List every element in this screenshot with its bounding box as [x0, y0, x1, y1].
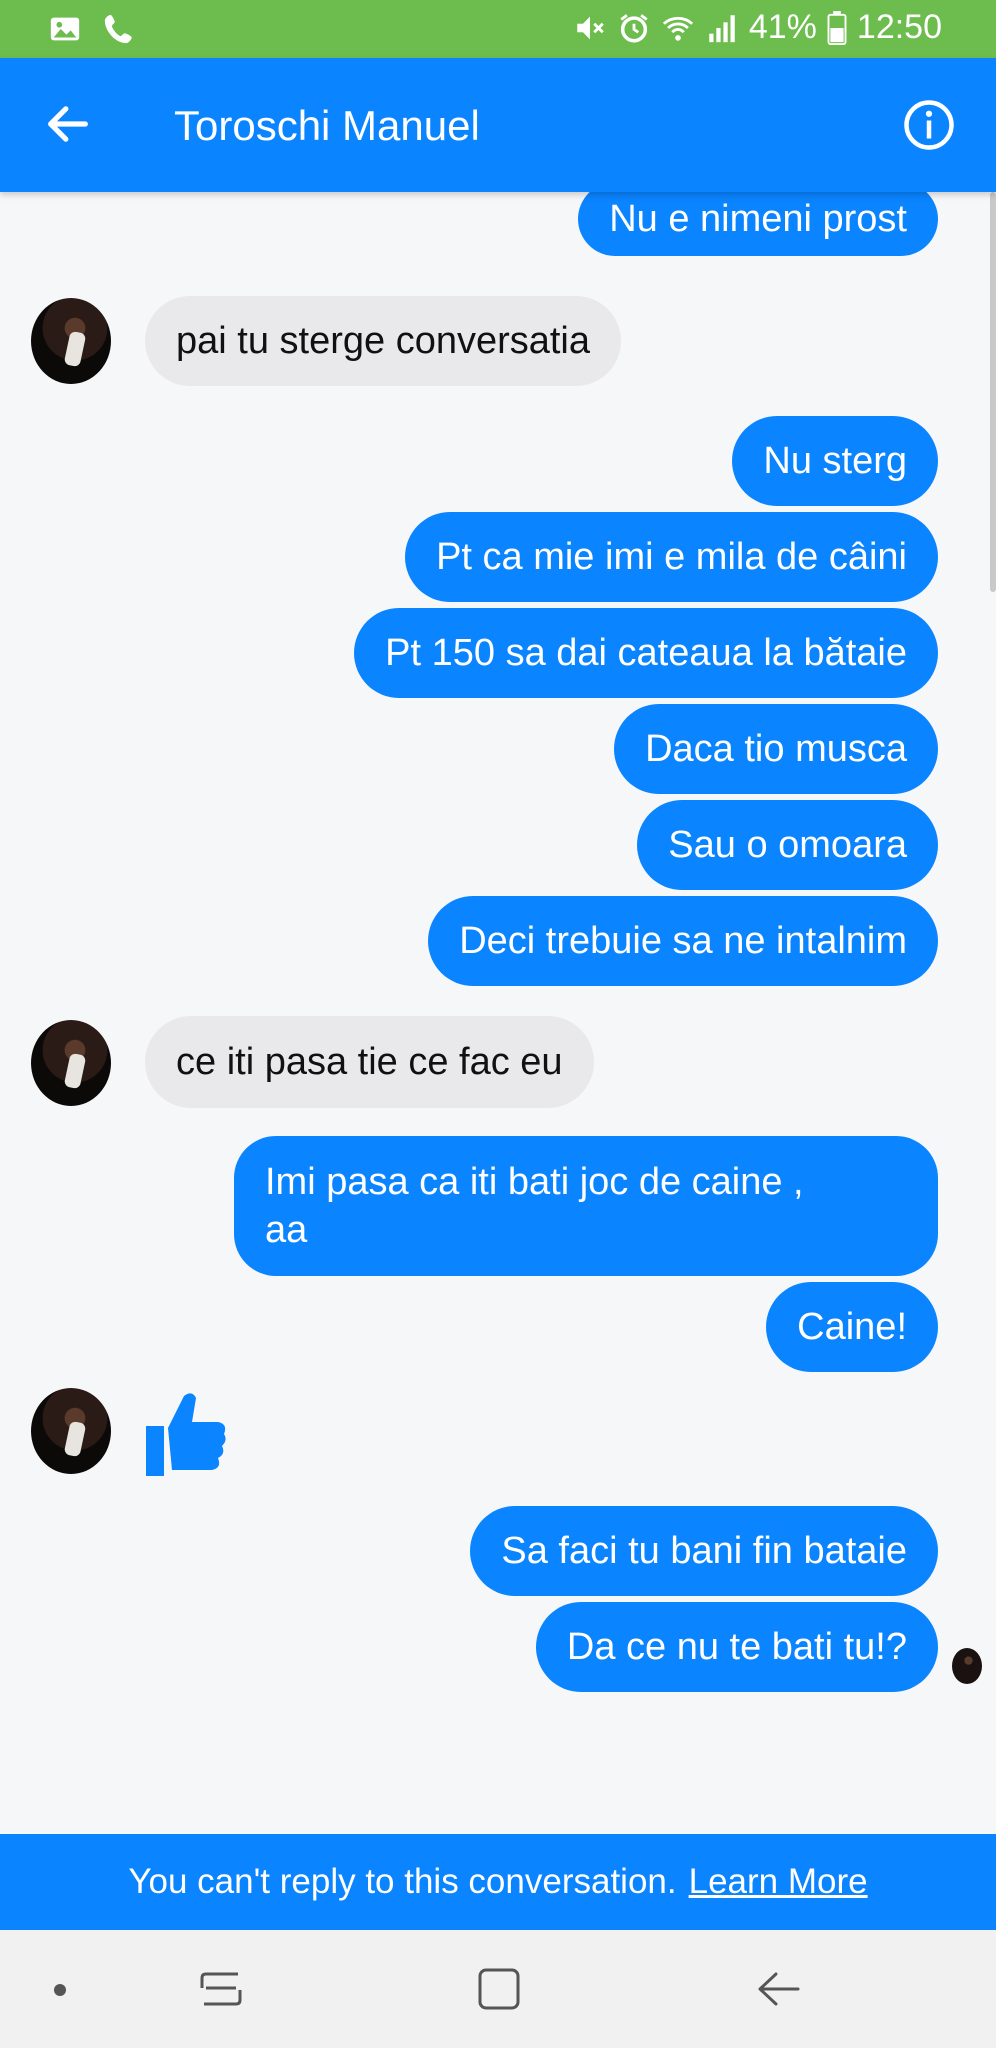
dot-icon[interactable]: [52, 1982, 68, 1998]
message-bubble-out[interactable]: Imi pasa ca iti bati joc de caine , aa: [234, 1136, 938, 1276]
message-bubble-out[interactable]: Nu sterg: [732, 416, 938, 506]
seen-avatar: [952, 1648, 982, 1684]
message-bubble-out[interactable]: Da ce nu te bati tu!?: [535, 1602, 938, 1692]
reply-disabled-banner: You can't reply to this conversation. Le…: [0, 1834, 996, 1930]
contact-name[interactable]: Toroschi Manuel: [174, 102, 480, 150]
message-bubble-out[interactable]: Caine!: [766, 1282, 938, 1372]
message-bubble-out[interactable]: Deci trebuie sa ne intalnim: [428, 896, 938, 986]
signal-icon: [709, 14, 735, 42]
info-icon[interactable]: [902, 98, 956, 152]
thumbs-up-icon[interactable]: [142, 1388, 228, 1478]
mute-icon: [577, 16, 604, 39]
message-bubble-out[interactable]: Pt 150 sa dai cateaua la bătaie: [354, 608, 938, 698]
app-bar: Toroschi Manuel: [0, 58, 996, 192]
image-icon: [50, 17, 80, 41]
scrollbar[interactable]: [990, 192, 996, 592]
message-bubble-out[interactable]: Sau o omoara: [637, 800, 938, 890]
recents-icon[interactable]: [198, 1966, 244, 2012]
avatar[interactable]: [31, 1020, 111, 1106]
home-icon[interactable]: [476, 1966, 522, 2012]
arrow-left-icon[interactable]: [42, 98, 94, 150]
message-bubble-out[interactable]: Daca tio musca: [614, 704, 938, 794]
navigation-bar: [0, 1930, 996, 2048]
avatar[interactable]: [31, 1388, 111, 1474]
message-list[interactable]: Nu e nimeni prost pai tu sterge conversa…: [0, 192, 996, 1834]
battery-percent: 41%: [748, 8, 817, 46]
banner-text: You can't reply to this conversation.: [128, 1862, 677, 1901]
alarm-icon: [620, 13, 648, 43]
message-bubble-out[interactable]: Nu e nimeni prost: [578, 192, 938, 256]
message-line: Imi pasa ca iti bati joc de caine ,: [265, 1161, 804, 1203]
message-line: aa: [265, 1209, 308, 1251]
avatar[interactable]: [31, 298, 111, 384]
message-bubble-in[interactable]: ce iti pasa tie ce fac eu: [145, 1016, 594, 1108]
message-bubble-out[interactable]: Sa faci tu bani fin bataie: [470, 1506, 938, 1596]
back-nav-icon[interactable]: [756, 1966, 802, 2012]
learn-more-link[interactable]: Learn More: [689, 1862, 868, 1902]
battery-icon: [827, 10, 847, 45]
message-bubble-in[interactable]: pai tu sterge conversatia: [145, 296, 622, 386]
wifi-icon: [662, 16, 693, 41]
status-bar: 41% 12:50: [0, 0, 996, 58]
clock: 12:50: [856, 8, 942, 46]
phone-icon: [104, 14, 132, 44]
message-bubble-out[interactable]: Pt ca mie imi e mila de câini: [405, 512, 938, 602]
